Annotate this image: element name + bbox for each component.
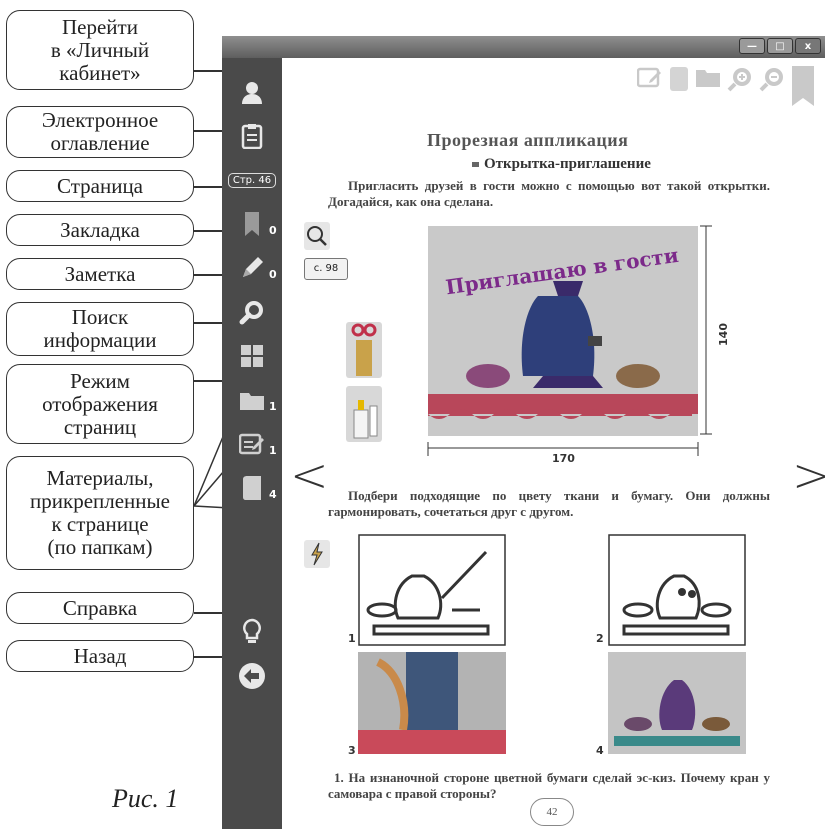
page-content: Прорезная аппликация Открытка-приглашени… — [282, 58, 825, 829]
callout-back: Назад — [6, 640, 194, 672]
page-title: Прорезная аппликация — [427, 130, 629, 150]
edit-icon — [239, 433, 264, 455]
second-paragraph: Подбери подходящие по цвету ткани и бума… — [328, 488, 770, 519]
close-button[interactable]: x — [795, 38, 821, 54]
page-reference-text: с. 98 — [313, 263, 339, 274]
bookmark-count: 0 — [269, 224, 277, 237]
step-label: 4 — [596, 744, 604, 757]
toc-button[interactable] — [222, 116, 282, 156]
step-label: 2 — [596, 632, 604, 645]
page-button[interactable]: Стр. 46 — [222, 160, 282, 200]
pencil-icon — [243, 257, 263, 277]
step-4-image — [608, 652, 746, 754]
back-button[interactable] — [222, 656, 282, 696]
title-bar: — □ x — [222, 36, 825, 58]
bookmark-icon[interactable] — [791, 66, 815, 106]
sidebar: Стр. 46 0 0 1 1 4 — [222, 58, 282, 829]
book-materials-button[interactable]: 4 — [222, 468, 282, 508]
callout-materials: Материалы, прикрепленные к странице (по … — [6, 456, 194, 570]
user-icon — [242, 82, 262, 104]
page-number: 42 — [530, 798, 574, 826]
callout-help: Справка — [6, 592, 194, 624]
folder-icon[interactable] — [695, 66, 721, 88]
step-1-image — [358, 534, 506, 646]
search-button[interactable] — [222, 292, 282, 332]
callout-page: Страница — [6, 170, 194, 202]
section-title: Открытка-приглашение — [472, 156, 651, 173]
clipboard-icon — [241, 124, 263, 149]
book-icon[interactable] — [669, 66, 689, 92]
folder-materials-button[interactable]: 1 — [222, 380, 282, 420]
prev-page-arrow[interactable]: < — [290, 448, 329, 502]
glue-bottle-image — [346, 386, 382, 442]
folder-count: 1 — [269, 400, 277, 413]
bookmark-icon — [245, 212, 259, 236]
folder-icon — [240, 393, 264, 410]
callout-table-of-contents: Электронное оглавление — [6, 106, 194, 158]
edit-materials-button[interactable]: 1 — [222, 424, 282, 464]
callout-bookmark: Закладка — [6, 214, 194, 246]
note-button[interactable]: 0 — [222, 248, 282, 288]
section-title-text: Открытка-приглашение — [484, 156, 651, 172]
grid-icon — [241, 345, 263, 367]
step-label: 3 — [348, 744, 356, 757]
personal-cabinet-button[interactable] — [222, 72, 282, 112]
minimize-button[interactable]: — — [739, 38, 765, 54]
scissors-glue-image — [346, 322, 382, 378]
edit-icon[interactable] — [637, 66, 663, 88]
lightbulb-icon — [243, 618, 261, 643]
step-3-image — [358, 652, 506, 754]
top-toolbar — [637, 66, 815, 106]
width-dimension: 170 — [552, 452, 575, 465]
edit-count: 1 — [269, 444, 277, 457]
display-mode-button[interactable] — [222, 336, 282, 376]
app-window: — □ x Стр. 46 0 0 1 1 4 Прорезная апплик… — [222, 36, 825, 829]
lightning-icon[interactable] — [304, 540, 330, 568]
help-button[interactable] — [222, 612, 282, 652]
book-count: 4 — [269, 488, 277, 501]
callout-display-mode: Режим отображения страниц — [6, 364, 194, 444]
search-icon — [239, 301, 263, 325]
callout-note: Заметка — [6, 258, 194, 290]
maximize-button[interactable]: □ — [767, 38, 793, 54]
step-label: 1 — [348, 632, 356, 645]
book-icon — [243, 476, 261, 500]
step-2-image — [608, 534, 746, 646]
note-count: 0 — [269, 268, 277, 281]
page-reference-tag[interactable]: с. 98 — [304, 258, 348, 280]
arrow-left-icon — [239, 663, 265, 689]
dimension-lines — [427, 225, 712, 456]
callout-personal-cabinet: Перейти в «Личный кабинет» — [6, 10, 194, 90]
bookmark-button[interactable]: 0 — [222, 204, 282, 244]
figure-caption: Рис. 1 — [112, 784, 179, 813]
search-icon[interactable] — [304, 222, 330, 250]
next-page-arrow[interactable]: > — [792, 448, 825, 502]
zoom-in-icon[interactable] — [727, 66, 753, 92]
page-indicator: Стр. 46 — [227, 172, 277, 188]
intro-paragraph: Пригласить друзей в гости можно с помощь… — [328, 178, 770, 209]
callout-search: Поиск информации — [6, 302, 194, 356]
height-dimension: 140 — [716, 323, 730, 346]
zoom-out-icon[interactable] — [759, 66, 785, 92]
